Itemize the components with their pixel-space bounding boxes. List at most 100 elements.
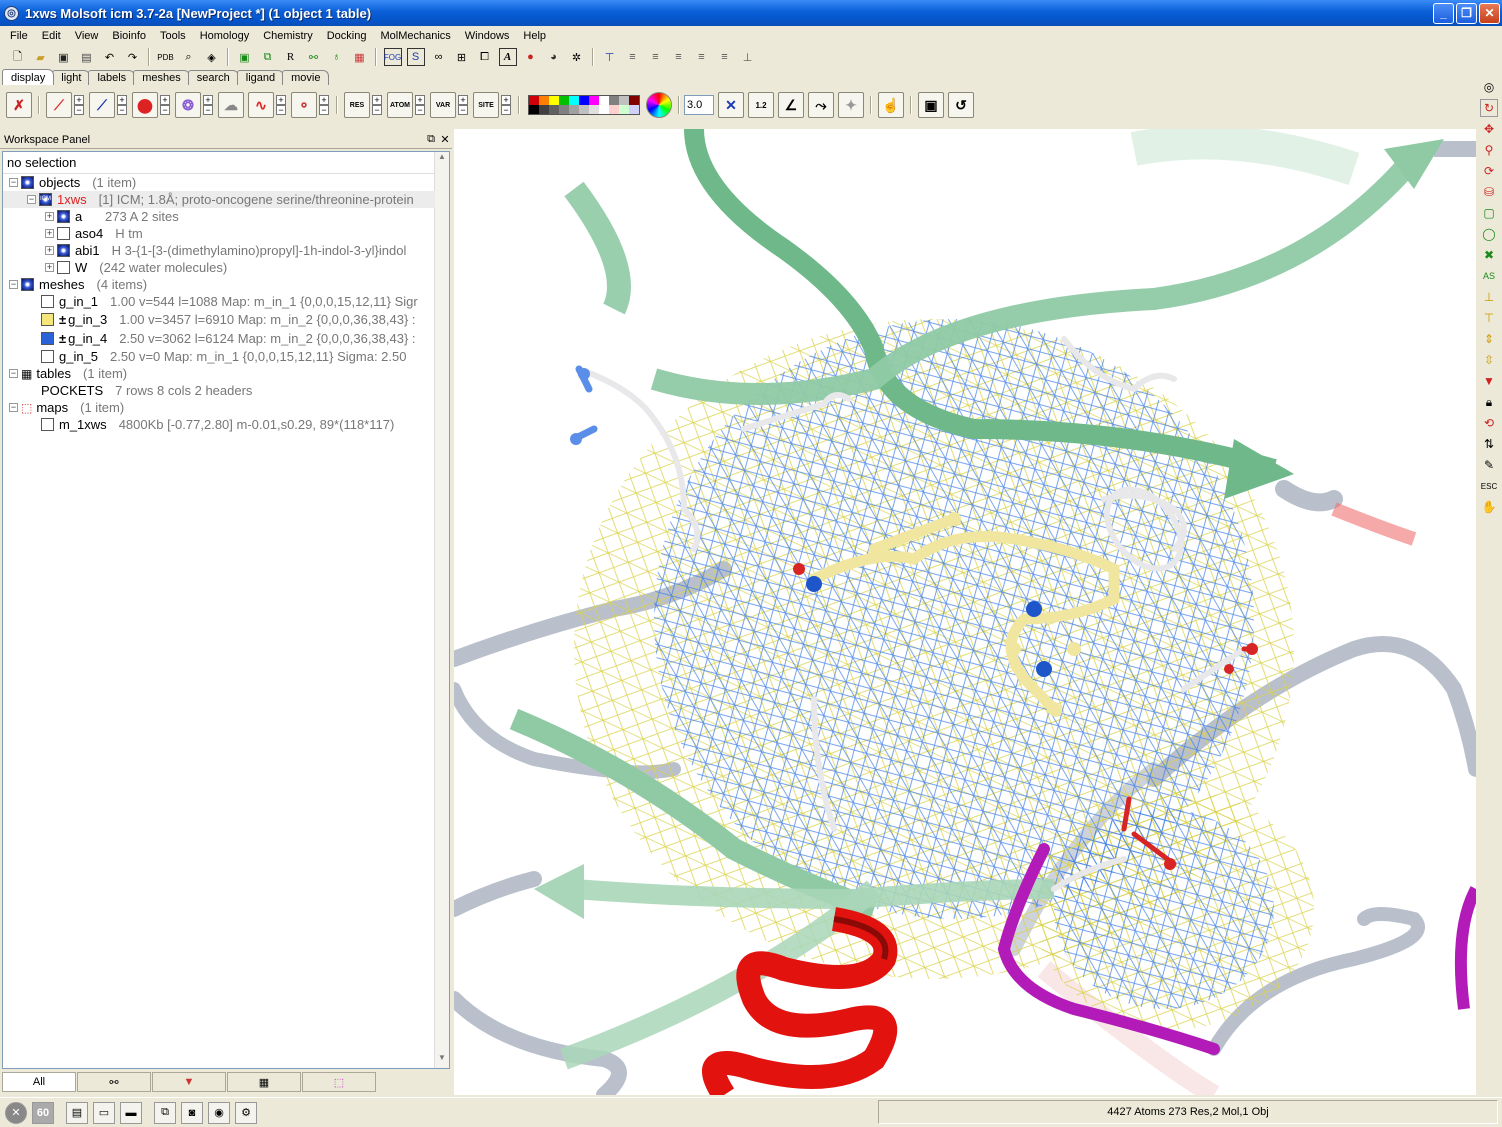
collapse-icon[interactable]: −	[9, 369, 18, 378]
color-palette[interactable]	[528, 95, 640, 115]
angle-icon[interactable]: ∠	[778, 92, 804, 118]
stereo-icon[interactable]: S	[406, 48, 425, 66]
tree-node-mesh[interactable]: g_in_5 2.50 v=0 Map: m_in_1 {0,0,0,15,12…	[3, 348, 435, 365]
color-wheel-icon[interactable]	[646, 92, 672, 118]
color-swatch[interactable]	[619, 105, 629, 114]
stop-icon[interactable]: ✕	[5, 1101, 27, 1124]
screenshot-icon[interactable]: ⧉	[154, 1101, 176, 1124]
site-plus-minus[interactable]: + −	[501, 95, 511, 115]
visibility-checkbox[interactable]	[57, 210, 70, 223]
find-icon[interactable]: ⌕	[180, 48, 198, 66]
tab-maps-icon[interactable]: ⬚	[302, 1072, 376, 1092]
layout-icon[interactable]: ⊞	[453, 48, 471, 66]
camera-icon[interactable]: ◙	[181, 1101, 203, 1124]
tab-movie[interactable]: movie	[282, 70, 330, 85]
ball-stick-icon[interactable]: ⚬	[291, 92, 317, 118]
color-swatch[interactable]	[629, 105, 639, 114]
clip-icon[interactable]: ⛁	[1480, 183, 1498, 201]
menu-file[interactable]: File	[3, 30, 35, 42]
tree-node-1xws[interactable]: − ICM 1xws [1] ICM; 1.8Å; proto-oncogene…	[3, 191, 435, 208]
hand-icon[interactable]: ✋	[1480, 498, 1498, 516]
expand-icon[interactable]: +	[45, 229, 54, 238]
close-panel-icon[interactable]: ✕	[438, 133, 452, 146]
tree-node-objects[interactable]: − objects (1 item)	[3, 174, 435, 191]
redo-icon[interactable]: ↷	[124, 48, 142, 66]
tree-node-map[interactable]: m_1xws 4800Kb [-0.77,2.80] m-0.01,s0.29,…	[3, 416, 435, 433]
minimize-button[interactable]: _	[1433, 2, 1454, 24]
open-folder-icon[interactable]: ▰	[32, 48, 50, 66]
color-swatch[interactable]	[589, 96, 599, 105]
tab-search[interactable]: search	[187, 70, 239, 85]
restore-view-icon[interactable]: ↺	[948, 92, 974, 118]
tab-light[interactable]: light	[52, 70, 91, 85]
tab-ligand[interactable]: ligand	[236, 70, 285, 85]
save-project-icon[interactable]: ▤	[78, 48, 96, 66]
align-bottom-icon[interactable]: ⊥	[739, 48, 757, 66]
visibility-checkbox[interactable]	[41, 418, 54, 431]
menu-chemistry[interactable]: Chemistry	[256, 30, 320, 42]
menu-tools[interactable]: Tools	[153, 30, 193, 42]
residue-label-icon[interactable]: RES	[344, 92, 370, 118]
color-swatch[interactable]	[619, 96, 629, 105]
rotate-icon[interactable]: ↻	[1480, 99, 1498, 117]
new-file-icon[interactable]: 🗋	[9, 48, 27, 66]
gear-icon[interactable]: ⚙	[235, 1101, 257, 1124]
color-swatch[interactable]	[609, 96, 619, 105]
shade-ball-icon[interactable]: ◕	[545, 48, 563, 66]
molecular-3d-viewport[interactable]	[454, 129, 1476, 1095]
menu-homology[interactable]: Homology	[193, 30, 257, 42]
tree-node-molecule[interactable]: + abi1 H 3-{1-[3-(dimethylamino)propyl]-…	[3, 242, 435, 259]
menu-windows[interactable]: Windows	[458, 30, 517, 42]
tree-node-maps[interactable]: − ⬚ maps (1 item)	[3, 399, 435, 416]
scroll-down-icon[interactable]: ▼	[435, 1053, 449, 1068]
tree-node-mesh[interactable]: ± g_in_4 2.50 v=3062 l=6124 Map: m_in_2 …	[3, 329, 435, 348]
select-copy-icon[interactable]: ⧉	[259, 48, 277, 66]
save-icon[interactable]: ▣	[55, 48, 73, 66]
color-swatch[interactable]	[599, 105, 609, 114]
spin-icon[interactable]: ⟳	[1480, 162, 1498, 180]
dots-surface-icon[interactable]: ❂	[175, 92, 201, 118]
cpk-plus-minus[interactable]: + −	[160, 95, 170, 115]
font-icon[interactable]: A	[498, 48, 517, 66]
visibility-checkbox[interactable]	[41, 295, 54, 308]
display-clear-icon[interactable]: ✗	[6, 92, 32, 118]
select-sphere-icon[interactable]: ✖	[1480, 246, 1498, 264]
color-swatch[interactable]	[549, 96, 559, 105]
target-icon[interactable]: ◎	[1480, 78, 1498, 96]
align-2-icon[interactable]: ≡	[647, 48, 665, 66]
collapse-icon[interactable]: −	[9, 178, 18, 187]
lock-icon[interactable]: 🔒︎	[1480, 393, 1498, 411]
slab-move-icon[interactable]: ⇳	[1480, 351, 1498, 369]
tab-labels[interactable]: labels	[88, 70, 136, 85]
atom-icon[interactable]: ♁	[328, 48, 346, 66]
select-residue-icon[interactable]: AS	[1480, 267, 1498, 285]
menu-docking[interactable]: Docking	[320, 30, 374, 42]
residue-icon[interactable]: R	[282, 48, 300, 66]
rotate-z-icon[interactable]: ⟲	[1480, 414, 1498, 432]
object-icon[interactable]: ICM	[39, 193, 52, 206]
clip-back-icon[interactable]: ⊤	[1480, 309, 1498, 327]
visibility-checkbox[interactable]	[41, 313, 54, 326]
visibility-checkbox[interactable]	[57, 244, 70, 257]
slab-icon[interactable]: ⇕	[1480, 330, 1498, 348]
hand-rotate-icon[interactable]: ☝	[878, 92, 904, 118]
visibility-checkbox[interactable]	[21, 278, 34, 291]
color-swatch[interactable]	[579, 96, 589, 105]
fog-icon[interactable]: FOG	[383, 48, 402, 66]
var-label-icon[interactable]: VAR	[430, 92, 456, 118]
color-swatch[interactable]	[579, 105, 589, 114]
color-ball-icon[interactable]: ●	[522, 48, 540, 66]
distance-icon[interactable]: ✕	[718, 92, 744, 118]
color-swatch[interactable]	[589, 105, 599, 114]
tree-node-mesh[interactable]: ± g_in_3 1.00 v=3457 l=6910 Map: m_in_2 …	[3, 310, 435, 329]
stick-icon[interactable]: ⟋	[89, 92, 115, 118]
menu-view[interactable]: View	[68, 30, 106, 42]
expand-icon[interactable]: +	[45, 212, 54, 221]
torsion-icon[interactable]: ⤳	[808, 92, 834, 118]
molecule-edit-icon[interactable]: ⚯	[305, 48, 323, 66]
tab-molecules-icon[interactable]: ⚯	[77, 1072, 151, 1092]
menu-edit[interactable]: Edit	[35, 30, 68, 42]
visibility-checkbox[interactable]	[57, 261, 70, 274]
color-swatch[interactable]	[529, 96, 539, 105]
maximize-button[interactable]: ❐	[1456, 2, 1477, 24]
